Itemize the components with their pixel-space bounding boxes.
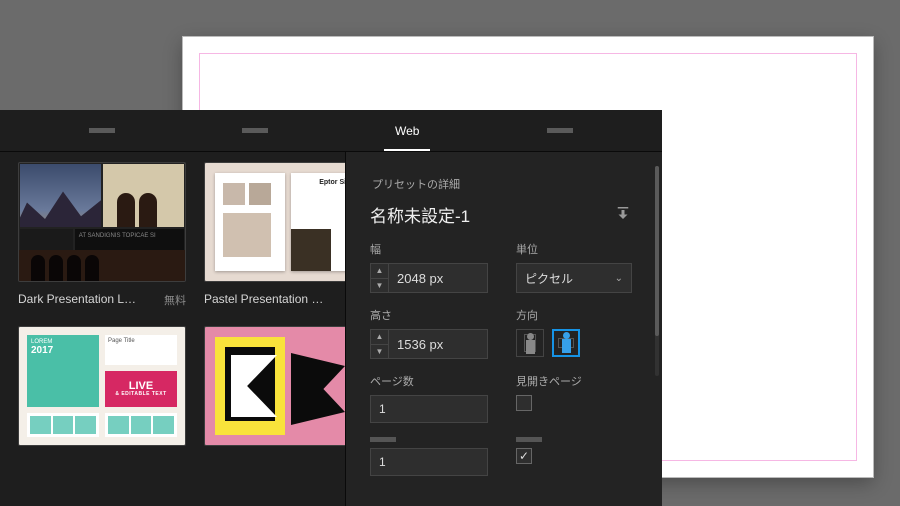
template-title: Pastel Presentation … — [204, 292, 323, 308]
unit-label: 単位 — [516, 241, 632, 257]
scrollbar[interactable] — [655, 166, 659, 376]
orientation-landscape[interactable] — [552, 329, 580, 357]
unit-value: ピクセル — [525, 270, 573, 287]
template-thumb: LOREM2017 Page Title LIVE& EDITABLE TEXT — [18, 326, 186, 446]
height-value[interactable]: 1536 px — [389, 330, 487, 358]
tab-placeholder-1[interactable] — [26, 110, 179, 151]
height-step-up[interactable]: ▲ — [371, 330, 388, 344]
tab-placeholder-3[interactable] — [484, 110, 637, 151]
template-grid: AT SANDIGNIS TOPICAE SI Dark Presentatio… — [0, 152, 345, 506]
save-preset-icon[interactable] — [614, 204, 632, 225]
collapsed-label-icon — [516, 437, 542, 442]
height-input[interactable]: ▲ ▼ 1536 px — [370, 329, 488, 359]
width-value[interactable]: 2048 px — [389, 264, 487, 292]
pages-input[interactable]: 1 — [370, 395, 488, 423]
preset-details: プリセットの詳細 名称未設定-1 幅 ▲ ▼ 2048 px — [345, 152, 662, 506]
width-label: 幅 — [370, 241, 488, 257]
category-tabs: Web — [0, 110, 662, 152]
template-thumb: AT SANDIGNIS TOPICAE SI — [18, 162, 186, 282]
unit-select[interactable]: ピクセル ⌄ — [516, 263, 632, 293]
tab-web-label: Web — [395, 124, 419, 138]
width-step-up[interactable]: ▲ — [371, 264, 388, 278]
template-card-pastel-presentation[interactable]: Pastel Presentation … 無料 — [204, 162, 345, 308]
template-card-geometric[interactable] — [204, 326, 345, 446]
collapsed-label-icon — [370, 437, 396, 442]
height-step-down[interactable]: ▼ — [371, 344, 388, 359]
tab-placeholder-2[interactable] — [179, 110, 332, 151]
extra-checkbox[interactable]: ✓ — [516, 448, 532, 464]
template-price: 無料 — [164, 292, 186, 308]
template-card-dark-presentation[interactable]: AT SANDIGNIS TOPICAE SI Dark Presentatio… — [18, 162, 186, 308]
orientation-portrait[interactable] — [516, 329, 544, 357]
new-document-panel: Web AT SANDIGNIS TOPICAE SI Dark Present… — [0, 110, 662, 506]
template-card-lorem-2017[interactable]: LOREM2017 Page Title LIVE& EDITABLE TEXT — [18, 326, 186, 446]
preset-section-title: プリセットの詳細 — [372, 176, 632, 192]
orientation-label: 方向 — [516, 307, 580, 323]
preset-name[interactable]: 名称未設定-1 — [370, 202, 470, 227]
width-step-down[interactable]: ▼ — [371, 278, 388, 293]
height-label: 高さ — [370, 307, 488, 323]
pages-label: ページ数 — [370, 373, 488, 389]
template-thumb — [204, 326, 345, 446]
facing-pages-label: 見開きページ — [516, 373, 582, 389]
template-title: Dark Presentation L… — [18, 292, 136, 308]
extra-input[interactable]: 1 — [370, 448, 488, 476]
chevron-down-icon: ⌄ — [615, 273, 623, 284]
facing-pages-checkbox[interactable] — [516, 395, 532, 411]
tab-web[interactable]: Web — [331, 110, 484, 151]
template-thumb — [204, 162, 345, 282]
width-input[interactable]: ▲ ▼ 2048 px — [370, 263, 488, 293]
